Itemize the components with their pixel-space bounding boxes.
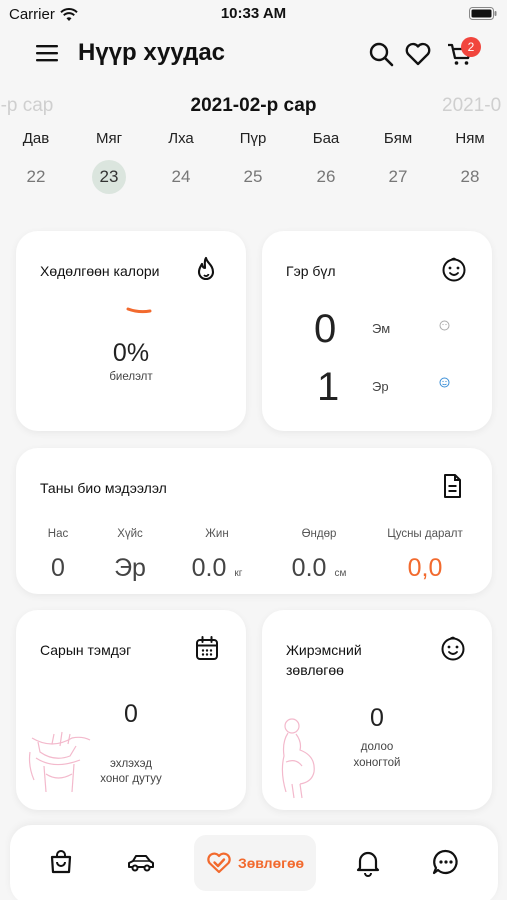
search-icon[interactable] <box>367 40 395 68</box>
day-date: 28 <box>460 167 480 186</box>
day-name: Дав <box>22 130 50 147</box>
female-label: Эм <box>372 321 391 336</box>
pregnancy-title-line1: Жирэмсний <box>286 642 362 658</box>
day-date: 23 <box>92 160 126 194</box>
height-value: 0.0 <box>291 554 327 582</box>
weight-unit: кг <box>234 568 243 579</box>
bio-height: Өндөр 0.0 см <box>274 528 364 583</box>
shopping-bag-icon[interactable] <box>46 847 76 877</box>
pregnancy-value: 0 <box>370 704 384 732</box>
day-name: Лха <box>168 130 194 147</box>
male-label: Эр <box>372 379 389 394</box>
female-face-icon <box>439 320 450 331</box>
day-item[interactable]: Лха 24 <box>151 130 211 194</box>
age-value: 0 <box>51 554 65 582</box>
bio-title: Таны био мэдээлэл <box>40 480 167 496</box>
day-item[interactable]: Баа 26 <box>296 130 356 194</box>
heart-check-icon <box>207 852 231 874</box>
bio-sex: Хүйс Эр <box>85 528 175 583</box>
heart-icon[interactable] <box>404 40 432 68</box>
pregnancy-label-line1: долоо <box>360 741 394 753</box>
month-current: 2021-02-р сар <box>190 95 317 116</box>
day-name: Пүр <box>239 130 267 147</box>
app-header: Нүүр хуудас 2 <box>0 30 507 80</box>
cart-badge: 2 <box>461 37 481 57</box>
calorie-title: Хөдөлгөөн калори <box>40 263 160 279</box>
calendar-icon <box>196 636 218 660</box>
bp-label: Цусны даралт <box>387 528 463 540</box>
status-bar: Carrier 10:33 AM <box>0 0 507 30</box>
family-title: Гэр бүл <box>286 263 336 279</box>
page-title: Нүүр хуудас <box>78 39 226 66</box>
day-item[interactable]: Дав 22 <box>6 130 66 194</box>
height-label: Өндөр <box>301 528 337 540</box>
weight-value: 0.0 <box>191 554 227 582</box>
period-label-line1: эхлэхэд <box>109 758 152 770</box>
baby-face-icon <box>441 636 465 661</box>
bio-weight: Жин 0.0 кг <box>172 528 262 583</box>
calorie-card[interactable]: Хөдөлгөөн калори 0% биелэлт <box>16 231 246 431</box>
day-date: 27 <box>388 167 408 186</box>
calorie-label: биелэлт <box>109 371 153 383</box>
male-face-icon <box>439 377 450 388</box>
family-card[interactable]: Гэр бүл 0 Эм 1 Эр <box>262 231 492 431</box>
baby-face-icon <box>442 257 466 282</box>
bio-blood-pressure: Цусны даралт 0,0 <box>380 528 470 583</box>
female-count: 0 <box>314 307 337 351</box>
period-card[interactable]: Сарын тэмдэг 0 эхлэхэд хоног дутуу <box>16 610 246 810</box>
nav-advice-active[interactable]: Зөвлөгөө <box>194 835 316 891</box>
nav-advice-label: Зөвлөгөө <box>237 855 305 871</box>
pregnancy-title-line2: зөвлөгөө <box>286 662 344 678</box>
day-date: 24 <box>171 167 191 186</box>
week-strip: Дав 22 Мяг 23 Лха 24 Пүр 25 Баа 26 Бям 2… <box>0 130 507 200</box>
menu-icon[interactable] <box>36 43 60 63</box>
day-name: Мяг <box>95 130 123 147</box>
calorie-percent: 0% <box>112 339 150 367</box>
height-unit: см <box>334 568 347 579</box>
day-name: Баа <box>312 130 340 147</box>
day-item[interactable]: Бям 27 <box>368 130 428 194</box>
bottom-nav: Зөвлөгөө <box>10 825 498 900</box>
day-date: 26 <box>316 167 336 186</box>
bp-value: 0,0 <box>407 554 443 582</box>
pregnancy-card[interactable]: Жирэмсний зөвлөгөө 0 долоо хоногтой <box>262 610 492 810</box>
male-count: 1 <box>317 365 340 409</box>
day-date: 25 <box>243 167 263 186</box>
sex-value: Эр <box>114 554 146 582</box>
document-icon <box>444 474 461 498</box>
day-item-selected[interactable]: Мяг 23 <box>79 130 139 194</box>
day-name: Бям <box>383 130 413 147</box>
battery-icon <box>469 7 497 20</box>
bell-icon[interactable] <box>353 847 383 877</box>
chat-icon[interactable] <box>431 847 461 877</box>
day-name: Ням <box>455 130 485 147</box>
day-date: 22 <box>26 167 46 186</box>
month-carousel[interactable]: 2-р сар 2021-02-р сар 2021-0 <box>0 95 507 119</box>
day-item[interactable]: Пүр 25 <box>223 130 283 194</box>
period-title: Сарын тэмдэг <box>40 642 132 658</box>
weight-label: Жин <box>205 528 229 540</box>
day-item[interactable]: Ням 28 <box>440 130 500 194</box>
calorie-progress-arc <box>126 307 152 314</box>
status-time: 10:33 AM <box>220 5 287 22</box>
period-value: 0 <box>124 700 138 728</box>
month-next[interactable]: 2021-0 <box>442 95 501 117</box>
pregnancy-label-line2: хоногтой <box>353 757 401 769</box>
period-label-line2: хоног дутуу <box>100 773 162 785</box>
car-icon[interactable] <box>126 847 156 877</box>
sex-label: Хүйс <box>117 528 143 540</box>
flame-icon <box>197 256 215 281</box>
